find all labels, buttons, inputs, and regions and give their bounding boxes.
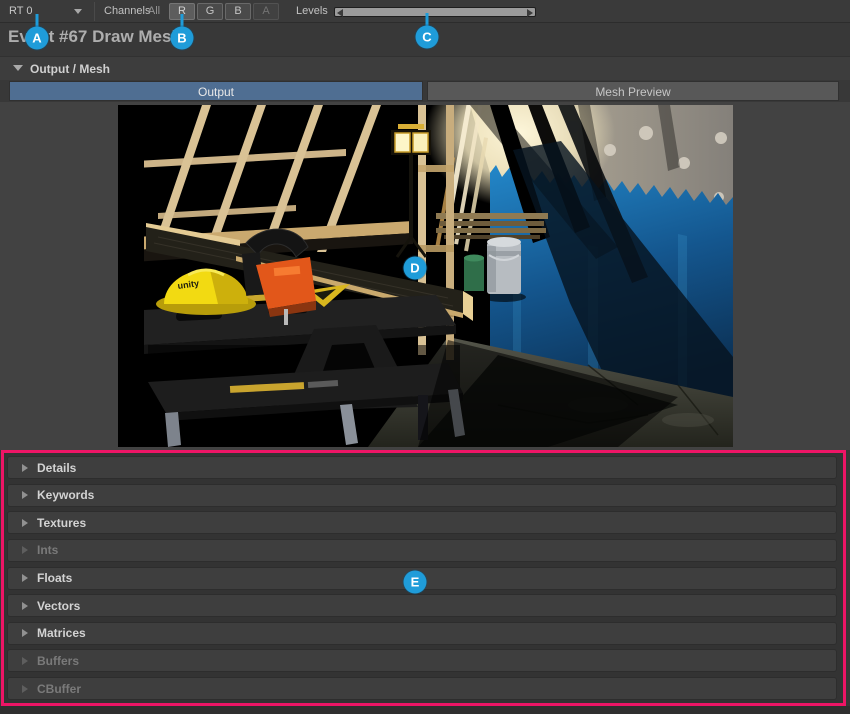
foldout-arrow-icon (22, 574, 28, 582)
section-label: Vectors (37, 599, 80, 613)
levels-slider[interactable] (334, 7, 536, 17)
levels-label: Levels (296, 0, 328, 22)
section-vectors[interactable]: Vectors (7, 594, 837, 617)
output-preview-image: unity (118, 105, 733, 447)
section-cbuffer: CBuffer (7, 677, 837, 700)
foldout-open-icon (13, 65, 23, 71)
section-matrices[interactable]: Matrices (7, 622, 837, 645)
foldout-arrow-icon (22, 464, 28, 472)
rt-dropdown-label: RT 0 (9, 5, 32, 17)
foldout-arrow-icon (22, 519, 28, 527)
window-bottom-strip (0, 706, 850, 714)
foldout-arrow-icon (22, 546, 28, 554)
callout-badge-c: C (416, 26, 439, 49)
section-details[interactable]: Details (7, 456, 837, 479)
section-label: Keywords (37, 488, 94, 502)
callout-badge-d: D (404, 257, 427, 280)
frame-debugger-window: RT 0 Channels AllRGBA Levels Event #67 D… (0, 0, 850, 714)
foldout-arrow-icon (22, 685, 28, 693)
chevron-down-icon (74, 9, 82, 14)
rendered-scene: unity (118, 105, 733, 447)
slider-max-handle[interactable] (527, 9, 533, 17)
callout-badge-e: E (404, 571, 427, 594)
toolbar-separator (94, 2, 95, 21)
channel-buttons: AllRGBA (141, 3, 279, 20)
foldout-arrow-icon (22, 491, 28, 499)
section-label: Buffers (37, 654, 79, 668)
callout-badge-a: A (26, 27, 49, 50)
section-label: Ints (37, 543, 58, 557)
slider-min-handle[interactable] (337, 9, 343, 17)
foldout-arrow-icon (22, 629, 28, 637)
foldout-arrow-icon (22, 602, 28, 610)
output-mesh-foldout[interactable]: Output / Mesh (0, 56, 850, 80)
section-keywords[interactable]: Keywords (7, 484, 837, 507)
rt-dropdown[interactable]: RT 0 (6, 2, 88, 20)
channel-button-g[interactable]: G (197, 3, 223, 20)
section-label: Matrices (37, 626, 86, 640)
channel-button-a: A (253, 3, 279, 20)
channel-button-b[interactable]: B (225, 3, 251, 20)
section-textures[interactable]: Textures (7, 511, 837, 534)
section-ints: Ints (7, 539, 837, 562)
tab-output[interactable]: Output (9, 81, 423, 101)
section-label: CBuffer (37, 682, 81, 696)
channel-button-all[interactable]: All (141, 3, 167, 20)
section-label: Textures (37, 516, 86, 530)
output-panel: unity (0, 102, 850, 450)
foldout-arrow-icon (22, 657, 28, 665)
output-mesh-label: Output / Mesh (30, 57, 110, 81)
section-label: Floats (37, 571, 72, 585)
callout-badge-b: B (171, 27, 194, 50)
section-buffers: Buffers (7, 649, 837, 672)
tab-mesh-preview[interactable]: Mesh Preview (427, 81, 839, 101)
section-label: Details (37, 461, 76, 475)
